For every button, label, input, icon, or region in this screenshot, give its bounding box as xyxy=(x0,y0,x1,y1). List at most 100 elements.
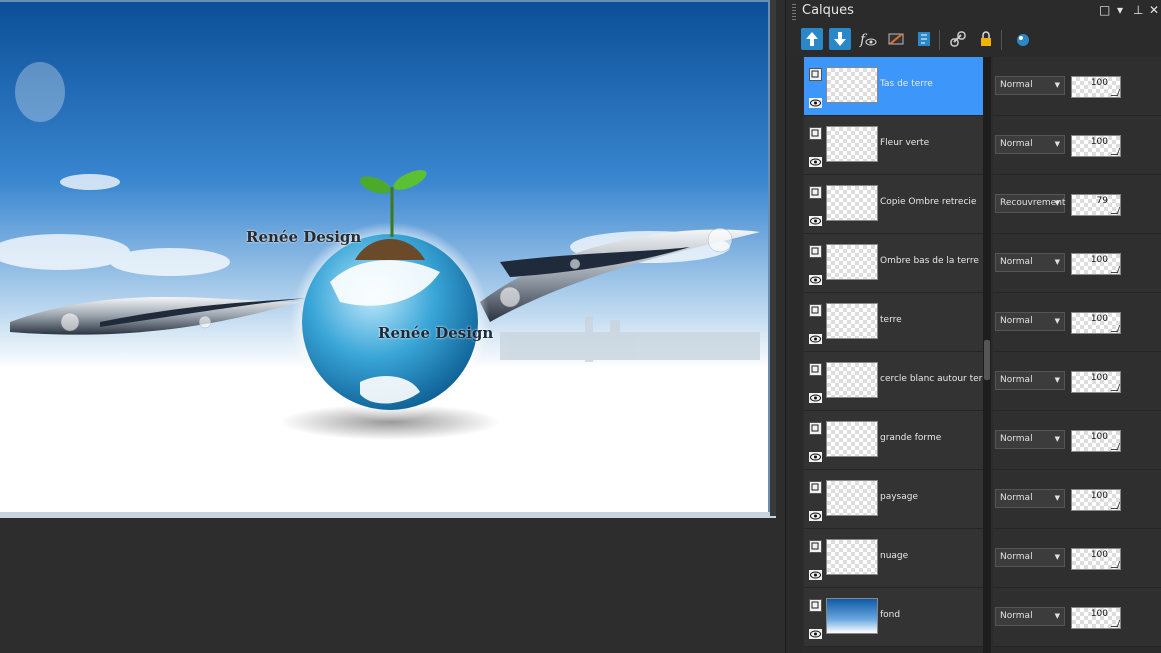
layer-item[interactable]: grande forme xyxy=(804,411,984,470)
layer-row[interactable]: Tas de terre Normal ▼ 100 xyxy=(802,57,1161,116)
eye-icon[interactable] xyxy=(809,93,822,108)
layer-row[interactable]: grande forme Normal ▼ 100 xyxy=(802,411,1161,470)
eye-icon[interactable] xyxy=(809,565,822,580)
eye-icon[interactable] xyxy=(809,211,822,226)
eye-icon[interactable] xyxy=(809,388,822,403)
layer-group-icon[interactable] xyxy=(809,361,822,376)
resize-grip-icon xyxy=(1110,207,1121,214)
layer-row[interactable]: cercle blanc autour terre Normal ▼ 100 xyxy=(802,352,1161,411)
layer-row[interactable]: paysage Normal ▼ 100 xyxy=(802,470,1161,529)
layer-row[interactable]: Fleur verte Normal ▼ 100 xyxy=(802,116,1161,175)
layer-group-icon[interactable] xyxy=(809,538,822,553)
layer-item[interactable]: terre xyxy=(804,293,984,352)
layer-item[interactable]: Ombre bas de la terre xyxy=(804,234,984,293)
eye-icon[interactable] xyxy=(809,329,822,344)
chevron-down-icon: ▼ xyxy=(1054,612,1060,620)
blend-mode-dropdown[interactable]: Normal ▼ xyxy=(995,253,1065,272)
layer-group-icon[interactable] xyxy=(809,243,822,258)
opacity-field[interactable]: 79 xyxy=(1071,194,1121,216)
layer-group-icon[interactable] xyxy=(809,597,822,612)
layer-thumbnail[interactable] xyxy=(826,480,878,516)
restore-icon[interactable]: □ xyxy=(1099,3,1110,17)
opacity-value: 100 xyxy=(1090,137,1108,147)
blend-mode-dropdown[interactable]: Normal ▼ xyxy=(995,371,1065,390)
menu-arrow-icon[interactable]: ▾ xyxy=(1117,3,1123,17)
layer-thumbnail[interactable] xyxy=(826,421,878,457)
layer-item[interactable]: Tas de terre xyxy=(804,57,984,116)
blend-mode-dropdown[interactable]: Normal ▼ xyxy=(995,607,1065,626)
eye-icon[interactable] xyxy=(809,506,822,521)
eye-icon[interactable] xyxy=(809,270,822,285)
layer-name[interactable]: Copie Ombre retrecie xyxy=(880,197,976,207)
opacity-field[interactable]: 100 xyxy=(1071,548,1121,570)
blend-mode-dropdown[interactable]: Normal ▼ xyxy=(995,489,1065,508)
opacity-field[interactable]: 100 xyxy=(1071,135,1121,157)
layer-group-icon[interactable] xyxy=(809,66,822,81)
opacity-field[interactable]: 100 xyxy=(1071,607,1121,629)
layer-group-icon[interactable] xyxy=(809,479,822,494)
layer-thumbnail[interactable] xyxy=(826,126,878,162)
eye-icon[interactable] xyxy=(809,447,822,462)
layer-item[interactable]: Copie Ombre retrecie xyxy=(804,175,984,234)
lock-icon[interactable] xyxy=(975,28,997,50)
opacity-field[interactable]: 100 xyxy=(1071,312,1121,334)
layer-item[interactable]: nuage xyxy=(804,529,984,588)
layers-scrollbar[interactable] xyxy=(786,57,802,653)
divider-handle-icon[interactable] xyxy=(984,340,990,380)
layer-name[interactable]: paysage xyxy=(880,492,918,502)
layer-thumbnail[interactable] xyxy=(826,244,878,280)
layer-thumbnail[interactable] xyxy=(826,598,878,634)
blend-mode-dropdown[interactable]: Normal ▼ xyxy=(995,548,1065,567)
layer-thumbnail[interactable] xyxy=(826,67,878,103)
opacity-field[interactable]: 100 xyxy=(1071,489,1121,511)
opacity-field[interactable]: 100 xyxy=(1071,76,1121,98)
layer-row[interactable]: nuage Normal ▼ 100 xyxy=(802,529,1161,588)
new-layer-down-icon[interactable] xyxy=(829,28,851,50)
layer-name[interactable]: Fleur verte xyxy=(880,138,929,148)
opacity-field[interactable]: 100 xyxy=(1071,371,1121,393)
layer-thumbnail[interactable] xyxy=(826,539,878,575)
layer-effects-icon[interactable]: f xyxy=(857,28,879,50)
layer-item[interactable]: cercle blanc autour terre xyxy=(804,352,991,411)
layer-name[interactable]: grande forme xyxy=(880,433,941,443)
layer-thumbnail[interactable] xyxy=(826,185,878,221)
blend-mode-dropdown[interactable]: Normal ▼ xyxy=(995,76,1065,95)
link-icon[interactable] xyxy=(947,28,969,50)
layer-item[interactable]: paysage xyxy=(804,470,984,529)
layer-group-icon[interactable] xyxy=(809,184,822,199)
pin-icon[interactable]: ⊥ xyxy=(1133,3,1143,17)
layer-name[interactable]: fond xyxy=(880,610,900,620)
layer-name[interactable]: terre xyxy=(880,315,902,325)
panel-grip-icon[interactable] xyxy=(792,4,796,20)
layer-properties-icon[interactable] xyxy=(913,28,935,50)
layer-name[interactable]: Tas de terre xyxy=(880,79,933,89)
layer-item[interactable]: fond xyxy=(804,588,984,647)
opacity-field[interactable]: 100 xyxy=(1071,253,1121,275)
blend-mode-dropdown[interactable]: Recouvrement ▼ xyxy=(995,194,1065,213)
layer-name[interactable]: nuage xyxy=(880,551,908,561)
mask-icon[interactable] xyxy=(1011,28,1033,50)
canvas-image[interactable]: Renée Design Renée Design xyxy=(0,2,768,512)
new-layer-up-icon[interactable] xyxy=(801,28,823,50)
layer-name[interactable]: cercle blanc autour terre xyxy=(880,374,991,384)
eye-icon[interactable] xyxy=(809,152,822,167)
blend-mode-dropdown[interactable]: Normal ▼ xyxy=(995,312,1065,331)
layer-name[interactable]: Ombre bas de la terre xyxy=(880,256,979,266)
layer-group-icon[interactable] xyxy=(809,125,822,140)
opacity-field[interactable]: 100 xyxy=(1071,430,1121,452)
eye-icon[interactable] xyxy=(809,624,822,639)
visibility-toggle-icon[interactable] xyxy=(885,28,907,50)
layer-row[interactable]: Copie Ombre retrecie Recouvrement ▼ 79 xyxy=(802,175,1161,234)
blend-mode-dropdown[interactable]: Normal ▼ xyxy=(995,430,1065,449)
layer-group-icon[interactable] xyxy=(809,302,822,317)
vertical-scrollbar[interactable] xyxy=(770,0,776,516)
close-icon[interactable]: ✕ xyxy=(1149,3,1159,17)
layer-item[interactable]: Fleur verte xyxy=(804,116,984,175)
layer-thumbnail[interactable] xyxy=(826,362,878,398)
layer-group-icon[interactable] xyxy=(809,420,822,435)
layer-row[interactable]: fond Normal ▼ 100 xyxy=(802,588,1161,647)
layer-row[interactable]: Ombre bas de la terre Normal ▼ 100 xyxy=(802,234,1161,293)
layer-thumbnail[interactable] xyxy=(826,303,878,339)
layer-row[interactable]: terre Normal ▼ 100 xyxy=(802,293,1161,352)
blend-mode-dropdown[interactable]: Normal ▼ xyxy=(995,135,1065,154)
